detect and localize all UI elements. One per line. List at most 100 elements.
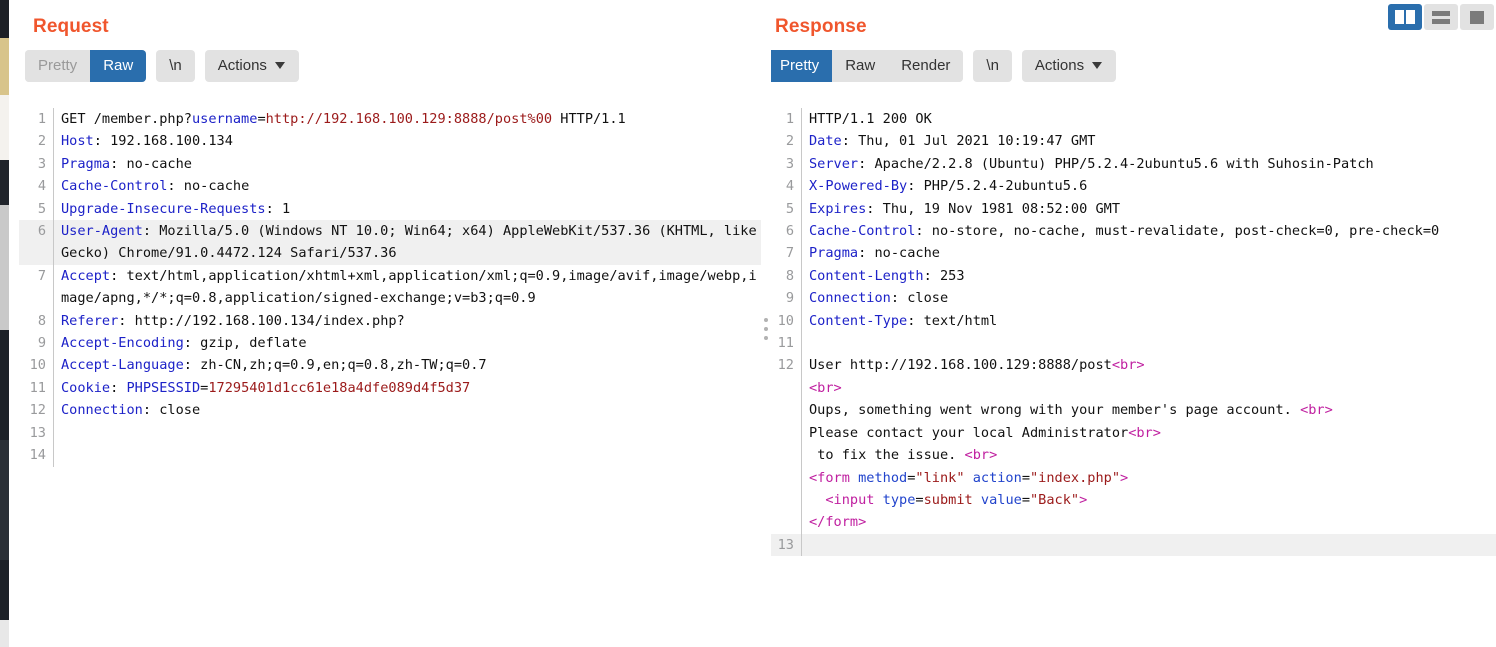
line-number: 12 [29, 402, 46, 419]
code-line[interactable]: 9 Connection: close [761, 287, 1496, 310]
response-panel-title: Response [775, 16, 867, 37]
code-line[interactable]: 6 User-Agent: Mozilla/5.0 (Windows NT 10.… [19, 220, 761, 265]
code-line[interactable]: 13 [19, 421, 761, 445]
code-line[interactable]: 7 Accept: text/html,application/xhtml+xml… [19, 264, 761, 310]
code-line[interactable]: 5 Expires: Thu, 19 Nov 1981 08:52:00 GMT [761, 197, 1496, 221]
code-line-content [801, 533, 1496, 557]
code-line[interactable]: 1 HTTP/1.1 200 OK [761, 108, 1496, 131]
code-line-content: Content-Length: 253 [801, 264, 1496, 288]
code-line[interactable]: 8 Content-Length: 253 [761, 264, 1496, 288]
code-line[interactable]: 2 Host: 192.168.100.134 [19, 130, 761, 153]
code-line[interactable]: </form> [761, 511, 1496, 534]
request-panel-title: Request [33, 16, 109, 37]
request-actions-button[interactable]: Actions [204, 50, 299, 82]
code-token: > [1079, 491, 1088, 508]
stacked-view-icon [1432, 10, 1450, 24]
code-line-content: Accept-Encoding: gzip, deflate [53, 332, 761, 355]
code-line[interactable]: Oups, something went wrong with your mem… [761, 399, 1496, 422]
line-number: 10 [29, 357, 46, 374]
layout-single-button[interactable] [1460, 4, 1494, 30]
code-line-content: <br> [801, 376, 1496, 400]
layout-buttons-group [1388, 4, 1494, 30]
code-line[interactable]: 3 Pragma: no-cache [19, 152, 761, 176]
request-scrollbar[interactable] [9, 108, 18, 647]
line-number: 13 [29, 424, 46, 441]
code-line-content: Server: Apache/2.2.8 (Ubuntu) PHP/5.2.4-… [801, 152, 1496, 176]
line-number: 1 [37, 111, 46, 127]
response-code-editor[interactable]: 1 HTTP/1.1 200 OK 2 Date: Thu, 01 Jul 2021 … [761, 108, 1496, 647]
layout-stacked-button[interactable] [1424, 4, 1458, 30]
code-token: http://192.168.100.129:8888/post%00 [265, 111, 553, 127]
code-line-content: <input type=submit value="Back"> [801, 488, 1496, 512]
request-view-mode-group[interactable]: Pretty Raw [25, 50, 147, 82]
response-view-mode-group[interactable]: Pretty Raw Render [767, 50, 964, 82]
code-token: : text/html [907, 312, 998, 329]
code-token: Upgrade-Insecure-Requests [61, 200, 266, 217]
response-newline-button[interactable]: \n [973, 50, 1012, 82]
code-token: : close [890, 290, 949, 307]
code-line[interactable]: 4 X-Powered-By: PHP/5.2.4-2ubuntu5.6 [761, 175, 1496, 198]
code-token: Connection [61, 402, 143, 419]
burp-repeater-window: Request Pretty Raw \n Actions 1 GET /memb… [0, 0, 1496, 647]
response-tab-pretty[interactable]: Pretty [767, 50, 833, 82]
request-toolbar: Pretty Raw \n Actions [9, 38, 761, 92]
code-token: to fix the issue. [809, 447, 965, 464]
code-line[interactable]: 3 Server: Apache/2.2.8 (Ubuntu) PHP/5.2.4… [761, 152, 1496, 176]
code-line[interactable]: 10 Accept-Language: zh-CN,zh;q=0.9,en;q=0… [19, 354, 761, 377]
code-line[interactable]: <br> [761, 376, 1496, 400]
code-line[interactable]: to fix the issue. <br> [761, 444, 1496, 467]
code-token: Connection [809, 290, 891, 307]
code-line[interactable]: 1 GET /member.php?username=http://192.168… [19, 108, 761, 131]
code-line[interactable]: <input type=submit value="Back"> [761, 488, 1496, 512]
code-token: "Back" [1030, 491, 1080, 508]
code-line-content: Accept-Language: zh-CN,zh;q=0.9,en;q=0.8… [53, 354, 761, 377]
response-tab-raw[interactable]: Raw [832, 50, 889, 82]
response-actions-label: Actions [1034, 57, 1085, 74]
code-line[interactable]: 12 Connection: close [19, 399, 761, 422]
code-line-content: <form method="link" action="index.php"> [801, 466, 1496, 489]
code-line[interactable]: 10 Content-Type: text/html [761, 309, 1496, 333]
code-line[interactable]: 9 Accept-Encoding: gzip, deflate [19, 332, 761, 355]
code-line[interactable]: 11 [761, 332, 1496, 355]
chevron-down-icon [1092, 62, 1103, 69]
request-code-editor[interactable]: 1 GET /member.php?username=http://192.168… [19, 108, 761, 647]
request-tab-pretty[interactable]: Pretty [25, 50, 91, 82]
code-line-content: Host: 192.168.100.134 [53, 130, 761, 153]
code-line-content: Connection: close [801, 287, 1496, 310]
request-newline-button[interactable]: \n [156, 50, 195, 82]
code-line-content: </form> [801, 511, 1496, 534]
pane-splitter[interactable] [761, 0, 771, 647]
code-line[interactable]: Please contact your local Administrator<… [761, 421, 1496, 445]
code-token: PHPSESSID [126, 379, 201, 396]
response-pane: Response Pretty Raw Render \n Actions 1H… [761, 0, 1496, 647]
code-line[interactable]: 7 Pragma: no-cache [761, 242, 1496, 265]
code-line[interactable]: 14 [19, 444, 761, 467]
code-token: > [1120, 469, 1129, 486]
code-line-content: Pragma: no-cache [53, 152, 761, 176]
code-line-content: Cache-Control: no-cache [53, 175, 761, 198]
code-line[interactable]: <form method="link" action="index.php"> [761, 466, 1496, 489]
code-token: Date [809, 133, 842, 150]
code-token: : 192.168.100.134 [93, 133, 233, 150]
code-line-content: Accept: text/html,application/xhtml+xml,… [53, 264, 761, 310]
code-line[interactable]: 2 Date: Thu, 01 Jul 2021 10:19:47 GMT [761, 130, 1496, 153]
code-line-content: GET /member.php?username=http://192.168.… [53, 108, 761, 131]
code-token: <form [809, 469, 850, 486]
code-token: Pragma [61, 155, 111, 172]
layout-side-by-side-button[interactable] [1388, 4, 1422, 30]
response-actions-button[interactable]: Actions [1021, 50, 1117, 82]
code-token: "link" [915, 469, 965, 486]
code-line[interactable]: 12 User http://192.168.100.129:8888/post<… [761, 354, 1496, 377]
response-tab-render[interactable]: Render [888, 50, 964, 82]
code-line[interactable]: 11 Cookie: PHPSESSID=17295401d1cc61e18a4d… [19, 376, 761, 400]
code-token: : gzip, deflate [183, 335, 307, 352]
code-line[interactable]: 4 Cache-Control: no-cache [19, 175, 761, 198]
code-token: Cache-Control [61, 178, 168, 195]
code-line[interactable]: 8 Referer: http://192.168.100.134/index.p… [19, 309, 761, 333]
request-tab-raw[interactable]: Raw [90, 50, 147, 82]
code-line[interactable]: 5 Upgrade-Insecure-Requests: 1 [19, 197, 761, 221]
code-line[interactable]: 13 [761, 533, 1496, 557]
code-line[interactable]: 6 Cache-Control: no-store, no-cache, must… [761, 220, 1496, 243]
line-number: 7 [37, 267, 46, 284]
code-token: submit [923, 491, 973, 508]
